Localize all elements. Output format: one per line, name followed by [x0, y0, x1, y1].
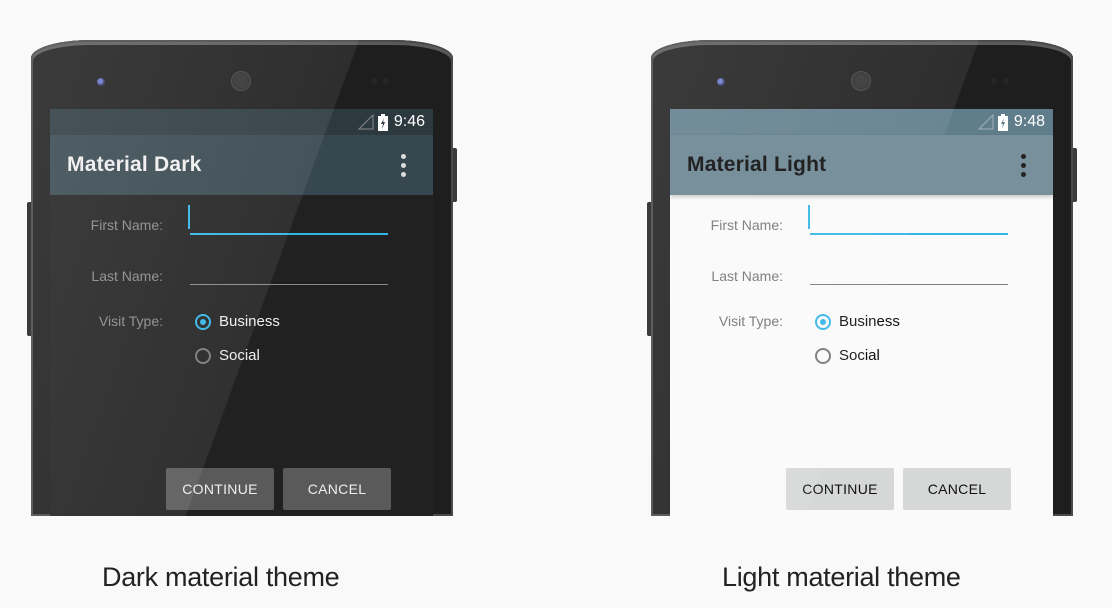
first-name-input[interactable] [188, 205, 388, 235]
radio-checked-icon[interactable] [815, 313, 831, 330]
input-underline [810, 284, 1008, 285]
app-bar: Material Dark [50, 135, 433, 195]
battery-charging-icon [997, 113, 1008, 131]
front-camera-icon [97, 78, 105, 86]
signal-icon [977, 114, 994, 130]
cancel-button[interactable]: CANCEL [283, 468, 391, 510]
app-bar: Material Light [670, 135, 1053, 195]
front-camera-icon [717, 78, 725, 86]
sensor-icon [991, 78, 997, 84]
radio-label: Business [839, 313, 900, 330]
overflow-menu-icon[interactable] [391, 150, 416, 181]
light-theme-caption: Light material theme [722, 562, 961, 592]
battery-charging-icon [377, 113, 388, 131]
app-title: Material Light [687, 153, 827, 176]
continue-button[interactable]: CONTINUE [786, 468, 894, 510]
input-underline [190, 233, 388, 235]
sensor-icon [1003, 78, 1009, 84]
dark-theme-caption: Dark material theme [102, 562, 340, 592]
phone-screen: 9:46 Material Dark First Name: Last Name… [50, 109, 433, 516]
radio-unchecked-icon[interactable] [195, 347, 211, 364]
first-name-label: First Name: [710, 217, 783, 233]
last-name-input[interactable] [190, 255, 388, 285]
last-name-input[interactable] [810, 255, 1008, 285]
overflow-menu-icon[interactable] [1011, 150, 1036, 181]
last-name-label: Last Name: [711, 268, 783, 284]
visit-type-label: Visit Type: [718, 313, 783, 329]
input-underline [190, 284, 388, 285]
radio-business[interactable]: Business [815, 313, 900, 330]
signal-icon [357, 114, 374, 130]
first-name-input[interactable] [808, 205, 1008, 235]
app-title: Material Dark [67, 153, 202, 176]
phone-bezel: 9:46 Material Dark First Name: Last Name… [31, 40, 453, 516]
radio-unchecked-icon[interactable] [815, 347, 831, 364]
dark-theme-phone: 9:46 Material Dark First Name: Last Name… [27, 40, 457, 516]
earpiece-speaker-icon [851, 71, 871, 91]
status-bar: 9:46 [50, 109, 433, 135]
light-theme-phone: 9:48 Material Light First Name: Last Nam… [647, 40, 1077, 516]
status-bar: 9:48 [670, 109, 1053, 135]
phone-screen: 9:48 Material Light First Name: Last Nam… [670, 109, 1053, 516]
status-time: 9:48 [1013, 113, 1045, 130]
radio-label: Business [219, 313, 280, 330]
visit-type-label: Visit Type: [98, 313, 163, 329]
radio-checked-icon[interactable] [195, 313, 211, 330]
radio-social[interactable]: Social [815, 347, 880, 364]
radio-label: Social [219, 347, 260, 364]
text-cursor [808, 205, 810, 229]
earpiece-speaker-icon [231, 71, 251, 91]
sensor-icon [371, 78, 377, 84]
cancel-button[interactable]: CANCEL [903, 468, 1011, 510]
status-time: 9:46 [393, 113, 425, 130]
radio-business[interactable]: Business [195, 313, 280, 330]
phone-bezel: 9:48 Material Light First Name: Last Nam… [651, 40, 1073, 516]
first-name-label: First Name: [90, 217, 163, 233]
continue-button[interactable]: CONTINUE [166, 468, 274, 510]
sensor-icon [383, 78, 389, 84]
text-cursor [188, 205, 190, 229]
input-underline [810, 233, 1008, 235]
last-name-label: Last Name: [91, 268, 163, 284]
radio-social[interactable]: Social [195, 347, 260, 364]
radio-label: Social [839, 347, 880, 364]
